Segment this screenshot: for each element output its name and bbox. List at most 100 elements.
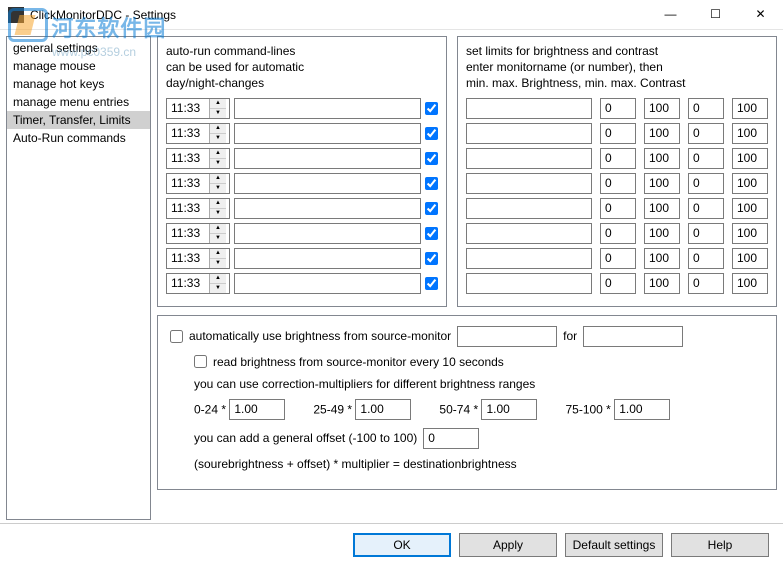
command-input[interactable] <box>234 223 421 244</box>
brightness-max-input[interactable] <box>644 148 680 169</box>
spin-up-icon[interactable]: ▲ <box>210 224 226 234</box>
contrast-max-input[interactable] <box>732 248 768 269</box>
monitor-name-input[interactable] <box>466 148 592 169</box>
brightness-max-input[interactable] <box>644 123 680 144</box>
multiplier-input[interactable] <box>229 399 285 420</box>
spin-up-icon[interactable]: ▲ <box>210 199 226 209</box>
contrast-max-input[interactable] <box>732 123 768 144</box>
time-input[interactable] <box>167 224 209 243</box>
time-input[interactable] <box>167 249 209 268</box>
brightness-max-input[interactable] <box>644 98 680 119</box>
spin-up-icon[interactable]: ▲ <box>210 149 226 159</box>
sidebar-item-manage-hot-keys[interactable]: manage hot keys <box>7 75 150 93</box>
command-input[interactable] <box>234 148 421 169</box>
spin-down-icon[interactable]: ▼ <box>210 134 226 143</box>
ok-button[interactable]: OK <box>353 533 451 557</box>
time-spinner[interactable]: ▲▼ <box>166 223 230 244</box>
brightness-max-input[interactable] <box>644 223 680 244</box>
brightness-min-input[interactable] <box>600 123 636 144</box>
time-input[interactable] <box>167 149 209 168</box>
sidebar-item-timer-transfer-limits[interactable]: Timer, Transfer, Limits <box>7 111 150 129</box>
monitor-name-input[interactable] <box>466 273 592 294</box>
source-monitor-input[interactable] <box>457 326 557 347</box>
spin-down-icon[interactable]: ▼ <box>210 109 226 118</box>
default-settings-button[interactable]: Default settings <box>565 533 663 557</box>
monitor-name-input[interactable] <box>466 223 592 244</box>
auto-use-checkbox[interactable] <box>170 330 183 343</box>
read-brightness-checkbox[interactable] <box>194 355 207 368</box>
monitor-name-input[interactable] <box>466 198 592 219</box>
multiplier-input[interactable] <box>614 399 670 420</box>
brightness-min-input[interactable] <box>600 223 636 244</box>
time-input[interactable] <box>167 124 209 143</box>
contrast-min-input[interactable] <box>688 123 724 144</box>
brightness-max-input[interactable] <box>644 173 680 194</box>
spin-up-icon[interactable]: ▲ <box>210 274 226 284</box>
contrast-min-input[interactable] <box>688 98 724 119</box>
autorun-enable-checkbox[interactable] <box>425 177 438 190</box>
contrast-min-input[interactable] <box>688 248 724 269</box>
spin-down-icon[interactable]: ▼ <box>210 259 226 268</box>
brightness-max-input[interactable] <box>644 198 680 219</box>
autorun-enable-checkbox[interactable] <box>425 127 438 140</box>
spin-up-icon[interactable]: ▲ <box>210 249 226 259</box>
command-input[interactable] <box>234 198 421 219</box>
offset-input[interactable] <box>423 428 479 449</box>
dest-monitor-input[interactable] <box>583 326 683 347</box>
minimize-button[interactable]: — <box>648 0 693 29</box>
contrast-min-input[interactable] <box>688 198 724 219</box>
time-input[interactable] <box>167 174 209 193</box>
contrast-min-input[interactable] <box>688 223 724 244</box>
contrast-max-input[interactable] <box>732 198 768 219</box>
contrast-max-input[interactable] <box>732 273 768 294</box>
contrast-min-input[interactable] <box>688 148 724 169</box>
help-button[interactable]: Help <box>671 533 769 557</box>
time-input[interactable] <box>167 99 209 118</box>
spin-up-icon[interactable]: ▲ <box>210 124 226 134</box>
sidebar-item-general-settings[interactable]: general settings <box>7 39 150 57</box>
brightness-min-input[interactable] <box>600 98 636 119</box>
time-spinner[interactable]: ▲▼ <box>166 98 230 119</box>
command-input[interactable] <box>234 123 421 144</box>
time-spinner[interactable]: ▲▼ <box>166 198 230 219</box>
monitor-name-input[interactable] <box>466 248 592 269</box>
spin-down-icon[interactable]: ▼ <box>210 209 226 218</box>
contrast-max-input[interactable] <box>732 223 768 244</box>
spin-down-icon[interactable]: ▼ <box>210 184 226 193</box>
maximize-button[interactable]: ☐ <box>693 0 738 29</box>
contrast-max-input[interactable] <box>732 148 768 169</box>
brightness-max-input[interactable] <box>644 248 680 269</box>
autorun-enable-checkbox[interactable] <box>425 252 438 265</box>
autorun-enable-checkbox[interactable] <box>425 202 438 215</box>
close-button[interactable]: ✕ <box>738 0 783 29</box>
monitor-name-input[interactable] <box>466 98 592 119</box>
spin-down-icon[interactable]: ▼ <box>210 234 226 243</box>
time-input[interactable] <box>167 199 209 218</box>
sidebar-item-manage-menu-entries[interactable]: manage menu entries <box>7 93 150 111</box>
brightness-min-input[interactable] <box>600 173 636 194</box>
monitor-name-input[interactable] <box>466 123 592 144</box>
spin-down-icon[interactable]: ▼ <box>210 159 226 168</box>
contrast-min-input[interactable] <box>688 173 724 194</box>
autorun-enable-checkbox[interactable] <box>425 227 438 240</box>
command-input[interactable] <box>234 173 421 194</box>
time-spinner[interactable]: ▲▼ <box>166 273 230 294</box>
apply-button[interactable]: Apply <box>459 533 557 557</box>
command-input[interactable] <box>234 98 421 119</box>
autorun-enable-checkbox[interactable] <box>425 152 438 165</box>
brightness-max-input[interactable] <box>644 273 680 294</box>
brightness-min-input[interactable] <box>600 198 636 219</box>
multiplier-input[interactable] <box>481 399 537 420</box>
command-input[interactable] <box>234 248 421 269</box>
monitor-name-input[interactable] <box>466 173 592 194</box>
contrast-max-input[interactable] <box>732 173 768 194</box>
time-spinner[interactable]: ▲▼ <box>166 248 230 269</box>
sidebar-item-manage-mouse[interactable]: manage mouse <box>7 57 150 75</box>
time-spinner[interactable]: ▲▼ <box>166 123 230 144</box>
autorun-enable-checkbox[interactable] <box>425 102 438 115</box>
time-input[interactable] <box>167 274 209 293</box>
spin-up-icon[interactable]: ▲ <box>210 174 226 184</box>
brightness-min-input[interactable] <box>600 273 636 294</box>
brightness-min-input[interactable] <box>600 148 636 169</box>
multiplier-input[interactable] <box>355 399 411 420</box>
